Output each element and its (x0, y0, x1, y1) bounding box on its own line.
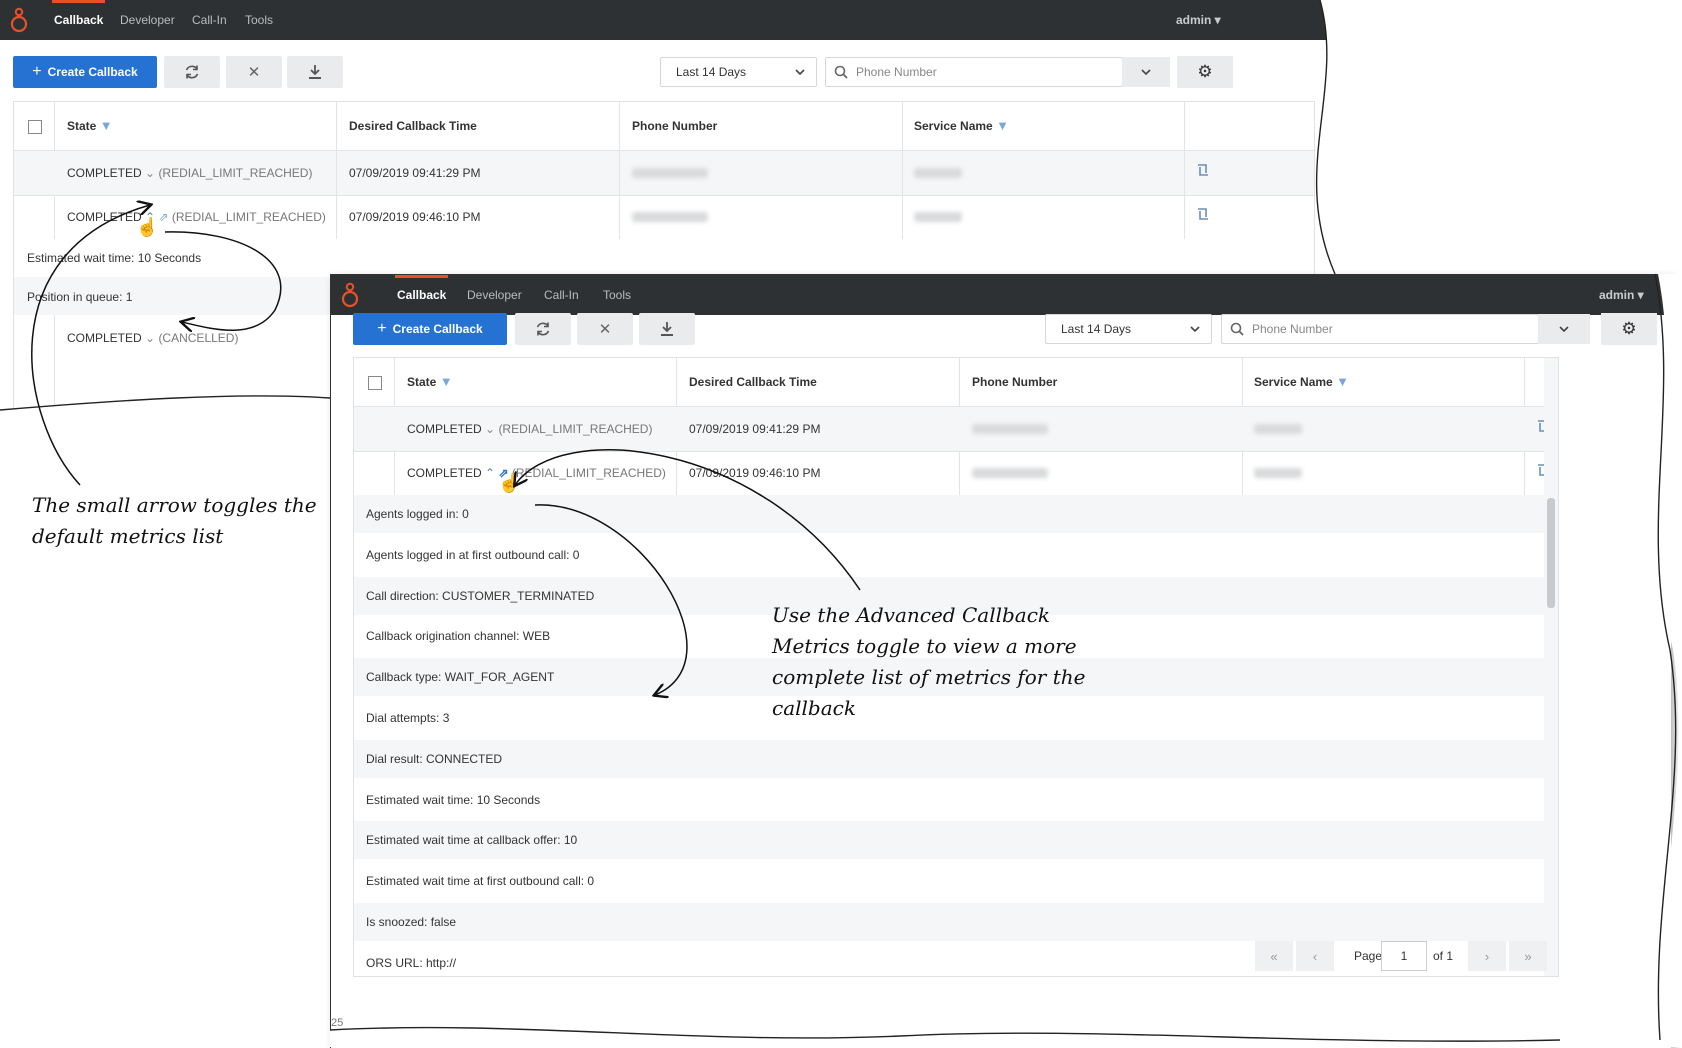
annotation-line: Metrics toggle to view a more (772, 634, 1077, 658)
annotation-line: The small arrow toggles the (32, 493, 317, 517)
annotation-line: callback (772, 696, 856, 720)
annotation-line: Use the Advanced Callback (772, 603, 1051, 627)
annotation-advanced-metrics: Use the Advanced Callback Metrics toggle… (772, 600, 1085, 724)
annotation-line: complete list of metrics for the (772, 665, 1086, 689)
annotation-line: default metrics list (32, 524, 224, 548)
annotation-default-metrics: The small arrow toggles the default metr… (32, 490, 317, 552)
